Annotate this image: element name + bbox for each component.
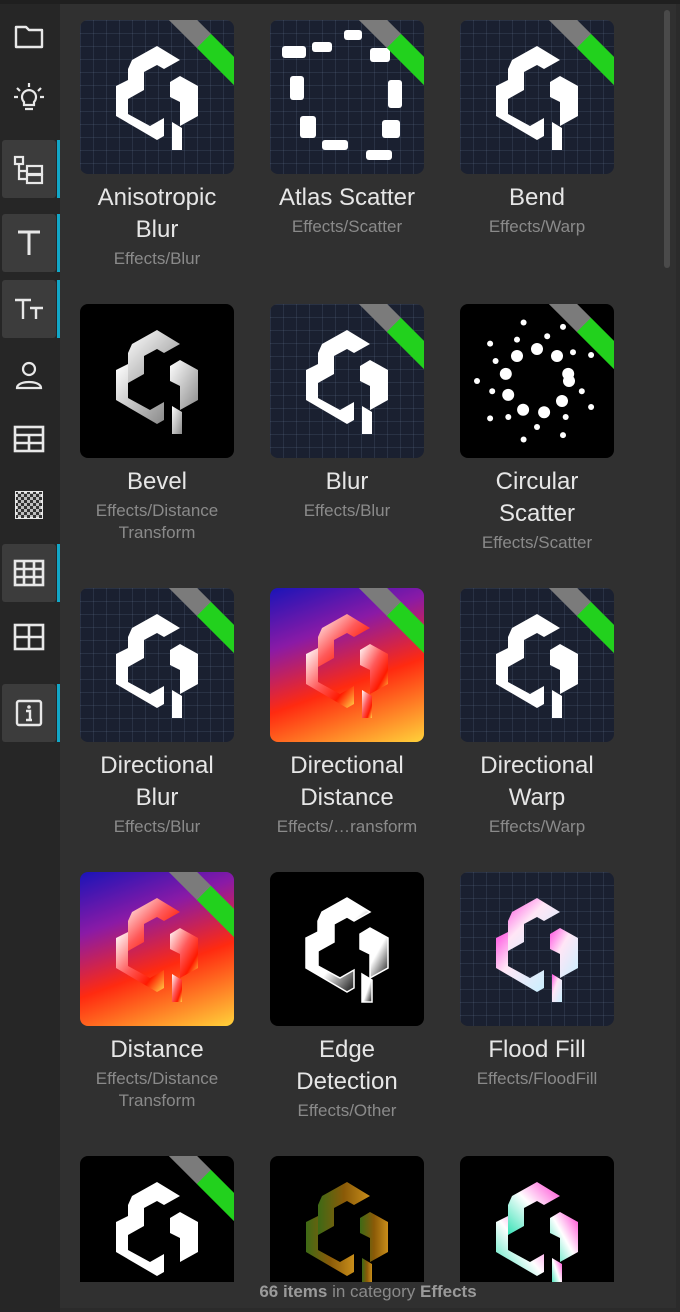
sidebar-item-person[interactable] [2, 346, 56, 404]
item-title: Circular [495, 468, 579, 495]
item-thumbnail [80, 872, 234, 1026]
item-thumbnail [270, 588, 424, 742]
logo-preview [496, 898, 578, 1002]
sidebar-item-files[interactable] [2, 8, 56, 66]
item-title: Warp [508, 784, 566, 811]
checker-icon [15, 491, 43, 519]
library-item[interactable]: Directional Distance Effects/…ransform [252, 588, 442, 838]
item-thumbnail [80, 20, 234, 174]
info-icon [15, 699, 43, 727]
text-icon [18, 230, 40, 255]
item-category: Effects/Blur [303, 501, 391, 520]
status-footer: 66 items in category Effects [60, 1282, 676, 1308]
item-thumbnail [270, 872, 424, 1026]
library-item[interactable]: Bend Effects/Warp [442, 20, 632, 238]
library-item[interactable]: Blur Effects/Blur [252, 304, 442, 522]
sidebar-item-hierarchy[interactable] [2, 140, 60, 198]
item-category: Effects/Scatter [291, 217, 403, 236]
sidebar-item-info[interactable] [2, 684, 60, 742]
library-item[interactable]: Atlas Scatter Effects/Scatter [252, 20, 442, 238]
scrollbar-thumb[interactable] [664, 10, 670, 268]
sidebar-item-ideas[interactable] [2, 70, 56, 128]
lightbulb-icon [14, 83, 44, 111]
item-category: Transform [118, 523, 196, 542]
item-category: Transform [118, 1091, 196, 1110]
item-title: Blur [325, 468, 369, 495]
library-item[interactable]: Flood Fill Effects/FloodFill [442, 872, 632, 1090]
grid-icon [13, 559, 45, 587]
item-thumbnail [460, 872, 614, 1026]
item-title: Anisotropic [97, 184, 217, 211]
item-title: Directional [100, 752, 214, 779]
logo-preview [116, 330, 198, 434]
sidebar-item-grid[interactable] [2, 544, 60, 602]
item-count: 66 items [259, 1282, 328, 1301]
sidebar-item-text-size[interactable] [2, 280, 60, 338]
item-title: Scatter [498, 500, 576, 527]
item-category: Effects/Warp [488, 817, 586, 836]
library-item[interactable]: Distance Effects/Distance Transform [62, 872, 252, 1112]
item-category: Effects/Distance [95, 1069, 219, 1088]
item-category: Effects/Distance [95, 501, 219, 520]
sidebar [0, 4, 60, 1312]
item-thumbnail [270, 304, 424, 458]
text-size-icon [15, 298, 43, 319]
sidebar-item-text[interactable] [2, 214, 60, 272]
item-thumbnail [270, 20, 424, 174]
library-item[interactable]: Circular Scatter Effects/Scatter [442, 304, 632, 554]
item-title: Detection [296, 1068, 398, 1095]
item-title: Distance [300, 784, 394, 811]
item-category: Effects/Blur [113, 817, 201, 836]
logo-preview [305, 897, 389, 1003]
sidebar-item-table[interactable] [2, 410, 56, 468]
item-category: Effects/Scatter [481, 533, 593, 552]
item-category: Effects/FloodFill [476, 1069, 598, 1088]
table-icon [13, 425, 45, 453]
person-icon [15, 361, 43, 390]
item-thumbnail [460, 20, 614, 174]
item-category: Effects/Warp [488, 217, 586, 236]
library-item[interactable]: Edge Detection Effects/Other [252, 872, 442, 1122]
library-panel: Anisotropic Blur Effects/Blur Atlas Scatter… [60, 4, 676, 1308]
item-title: Distance [110, 1036, 204, 1063]
item-thumbnail [460, 588, 614, 742]
item-title: Blur [135, 216, 179, 243]
library-item[interactable]: Anisotropic Blur Effects/Blur [62, 20, 252, 270]
library-item[interactable]: Bevel Effects/Distance Transform [62, 304, 252, 544]
item-thumbnail [80, 588, 234, 742]
item-thumbnail [80, 304, 234, 458]
item-title: Edge [318, 1036, 376, 1063]
folder-icon [14, 25, 44, 49]
library-item[interactable]: Directional Blur Effects/Blur [62, 588, 252, 838]
item-title: Bevel [126, 468, 188, 495]
library-item[interactable]: Directional Warp Effects/Warp [442, 588, 632, 838]
item-category: Effects/…ransform [276, 817, 418, 836]
sidebar-item-layout[interactable] [2, 608, 56, 666]
item-title: Directional [290, 752, 404, 779]
footer-category: Effects [419, 1282, 477, 1301]
grid-2x2-icon [13, 623, 45, 651]
footer-text: in category [327, 1282, 420, 1301]
item-category: Effects/Other [297, 1101, 397, 1120]
item-title: Blur [135, 784, 179, 811]
item-title: Directional [480, 752, 594, 779]
item-title: Bend [508, 184, 566, 211]
item-category: Effects/Blur [113, 249, 201, 268]
hierarchy-icon [13, 155, 44, 185]
item-title: Flood Fill [488, 1036, 586, 1063]
item-title: Atlas Scatter [278, 184, 416, 211]
item-thumbnail [460, 304, 614, 458]
sidebar-item-checker[interactable] [2, 476, 56, 534]
